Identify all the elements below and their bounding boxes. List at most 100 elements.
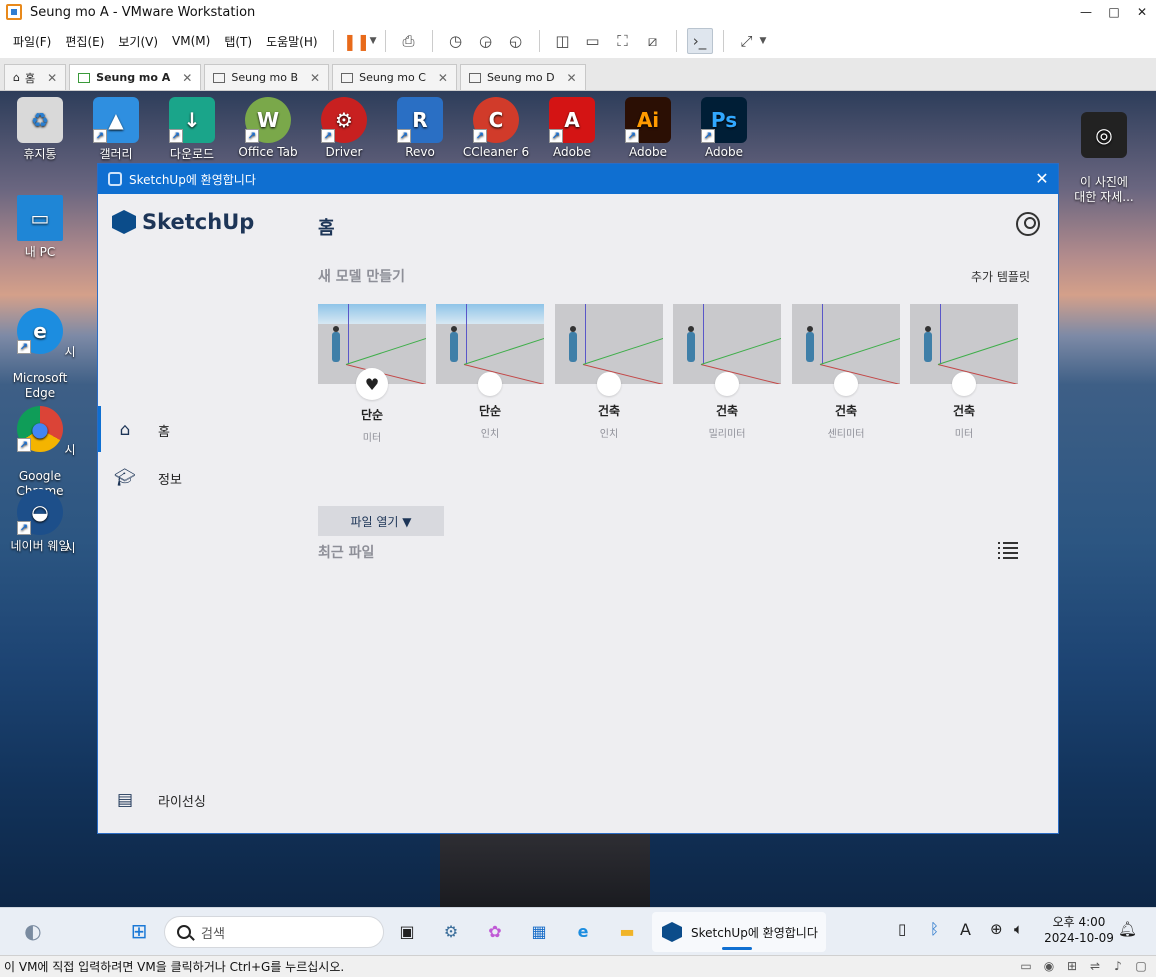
sound-card-icon[interactable]: ♪ <box>1109 959 1127 974</box>
template-card[interactable]: ♥ 단순 미터 <box>318 304 426 444</box>
taskbar-app-sketchup[interactable]: SketchUp에 환영합니다 <box>652 912 826 952</box>
desktop-icon-adobe-illustrator[interactable]: Ai ↗ Adobe <box>610 97 686 159</box>
menu-file[interactable]: 파일(F) <box>6 33 58 50</box>
settings-icon[interactable]: ⚙ <box>438 918 464 944</box>
revert-snapshot-icon[interactable]: ◶ <box>473 28 499 54</box>
tab-seung-mo-c[interactable]: Seung mo C ✕ <box>332 64 457 90</box>
chevron-down-icon[interactable]: ▼ <box>370 36 377 46</box>
sidebar-item-licensing[interactable]: ▤ 라이선싱 <box>114 789 206 811</box>
heart-icon[interactable]: ♥ <box>356 368 388 400</box>
weather-icon[interactable]: ◐ <box>20 918 46 944</box>
sidebar-item-home[interactable]: ⌂ 홈 <box>114 419 170 441</box>
desktop-icon-revo[interactable]: R ↗ Revo <box>382 97 458 159</box>
heart-icon[interactable] <box>952 372 976 396</box>
desktop-icon-photo-info[interactable]: ◎ 이 사진에 대한 자세... <box>1066 97 1142 205</box>
tab-seung-mo-d[interactable]: Seung mo D ✕ <box>459 64 586 90</box>
taskbar-clock[interactable]: 오후 4:00 2024-10-09 <box>1044 914 1114 946</box>
snapshot-icon[interactable]: ◷ <box>443 28 469 54</box>
close-button[interactable]: ✕ <box>1128 0 1156 24</box>
sidebar-item-label: 라이선싱 <box>158 794 206 810</box>
desktop-icon-adobe-photoshop[interactable]: Ps ↗ Adobe <box>686 97 762 159</box>
desktop-icon-gallery[interactable]: ▲ ↗ 갤러리 <box>78 97 154 162</box>
unity-icon[interactable]: ⧄ <box>640 28 666 54</box>
start-icon[interactable]: ⊞ <box>126 918 152 944</box>
chevron-down-icon[interactable]: ▼ <box>760 36 767 46</box>
usb-icon[interactable]: ▯ <box>898 920 906 938</box>
heart-icon[interactable] <box>715 372 739 396</box>
stretch-guest-icon[interactable]: ⤢ <box>734 28 760 54</box>
network-adapter-icon[interactable]: ⊞ <box>1063 959 1081 974</box>
desktop-icon-downloads[interactable]: ↓ ↗ 다운로드 <box>154 97 230 162</box>
window-title: Seung mo A - VMware Workstation <box>30 4 256 20</box>
clock-date: 2024-10-09 <box>1044 931 1114 945</box>
maximize-button[interactable]: □ <box>1100 0 1128 24</box>
thumbnail-bar-icon[interactable]: ▭ <box>580 28 606 54</box>
menu-vm[interactable]: VM(M) <box>165 34 217 48</box>
template-card[interactable]: 건축 밀리미터 <box>673 304 781 440</box>
send-ctrl-alt-del-icon[interactable]: ⎙ <box>396 28 422 54</box>
list-view-icon[interactable] <box>998 542 1018 559</box>
revo-uninstaller-icon: R ↗ <box>397 97 443 143</box>
sidebar-item-learn[interactable]: 🎓︎ 정보 <box>114 467 182 489</box>
desktop-icon-driver[interactable]: ⚙ ↗ Driver <box>306 97 382 159</box>
pause-icon[interactable]: ❚❚ <box>343 28 370 54</box>
usb-device-icon[interactable]: ⇌ <box>1086 959 1104 974</box>
open-file-button[interactable]: 파일 열기 ▼ <box>318 506 444 536</box>
template-card[interactable]: 건축 센티미터 <box>792 304 900 440</box>
menu-view[interactable]: 보기(V) <box>111 33 165 50</box>
full-screen-icon[interactable]: ⛶ <box>610 28 636 54</box>
notification-bell-icon[interactable]: 🔔︎ <box>1118 920 1137 938</box>
edge-icon[interactable]: e <box>570 918 596 944</box>
console-view-icon[interactable]: ›_ <box>686 28 713 54</box>
template-card[interactable]: 건축 미터 <box>910 304 1018 440</box>
minimize-button[interactable]: — <box>1072 0 1100 24</box>
new-model-title: 새 모델 만들기 <box>318 269 406 285</box>
network-icon[interactable]: ⊕ <box>990 920 1003 938</box>
desktop-icon-this-pc[interactable]: ▭ 내 PC <box>2 195 78 260</box>
file-explorer-icon[interactable]: ▬ <box>614 918 640 944</box>
close-icon[interactable]: ✕ <box>567 71 577 85</box>
close-icon[interactable]: ✕ <box>438 71 448 85</box>
tab-home[interactable]: ⌂ 홈 ✕ <box>4 64 67 90</box>
store-icon[interactable]: ▦ <box>526 918 552 944</box>
template-card[interactable]: 건축 인치 <box>555 304 663 440</box>
close-icon[interactable]: ✕ <box>310 71 320 85</box>
desktop-icon-label: 내 PC <box>24 245 56 259</box>
recycle-bin-icon: ♻ <box>17 97 63 143</box>
toolbar-separator <box>538 30 540 52</box>
volume-icon[interactable]: 🔈︎ <box>1014 920 1023 938</box>
template-card[interactable]: 단순 인치 <box>436 304 544 440</box>
tab-seung-mo-a[interactable]: Seung mo A ✕ <box>69 64 202 90</box>
taskbar-search[interactable]: 검색 <box>164 916 384 948</box>
desktop-icon-office-tab[interactable]: W ↗ Office Tab <box>230 97 306 159</box>
snapshot-manager-icon[interactable]: ◵ <box>503 28 529 54</box>
bluetooth-icon[interactable]: ᛒ <box>930 920 939 938</box>
tab-seung-mo-b[interactable]: Seung mo B ✕ <box>204 64 330 90</box>
cd-dvd-icon[interactable]: ◉ <box>1040 959 1058 974</box>
user-account-icon[interactable] <box>1016 212 1040 236</box>
menu-tabs[interactable]: 탭(T) <box>217 33 259 50</box>
task-view-icon[interactable]: ▣ <box>394 918 420 944</box>
desktop-icon-recycle-bin[interactable]: ♻ 휴지통 <box>2 97 78 162</box>
desktop-icon-label: CCleaner 6 <box>462 145 530 159</box>
partial-icon-label: 시 <box>64 443 76 457</box>
hard-disk-icon[interactable]: ▭ <box>1017 959 1035 974</box>
menu-help[interactable]: 도움말(H) <box>259 33 325 50</box>
license-icon: ▤ <box>116 790 134 810</box>
close-icon[interactable]: ✕ <box>1026 164 1058 194</box>
heart-icon[interactable] <box>478 372 502 396</box>
heart-icon[interactable] <box>597 372 621 396</box>
library-icon[interactable]: ◫ <box>550 28 576 54</box>
more-templates-link[interactable]: 추가 템플릿 <box>971 268 1030 285</box>
close-icon[interactable]: ✕ <box>47 71 57 85</box>
desktop-icon-adobe-acrobat[interactable]: A ↗ Adobe <box>534 97 610 159</box>
template-unit: 센티미터 <box>827 429 865 440</box>
close-icon[interactable]: ✕ <box>182 71 192 85</box>
naver-whale-icon: ◒ ↗ <box>17 489 63 535</box>
copilot-icon[interactable]: ✿ <box>482 918 508 944</box>
desktop-icon-ccleaner[interactable]: C ↗ CCleaner 6 <box>458 97 534 159</box>
menu-edit[interactable]: 편집(E) <box>58 33 111 50</box>
ime-indicator[interactable]: A <box>960 920 971 939</box>
message-log-icon[interactable]: ▢ <box>1132 959 1150 974</box>
heart-icon[interactable] <box>834 372 858 396</box>
